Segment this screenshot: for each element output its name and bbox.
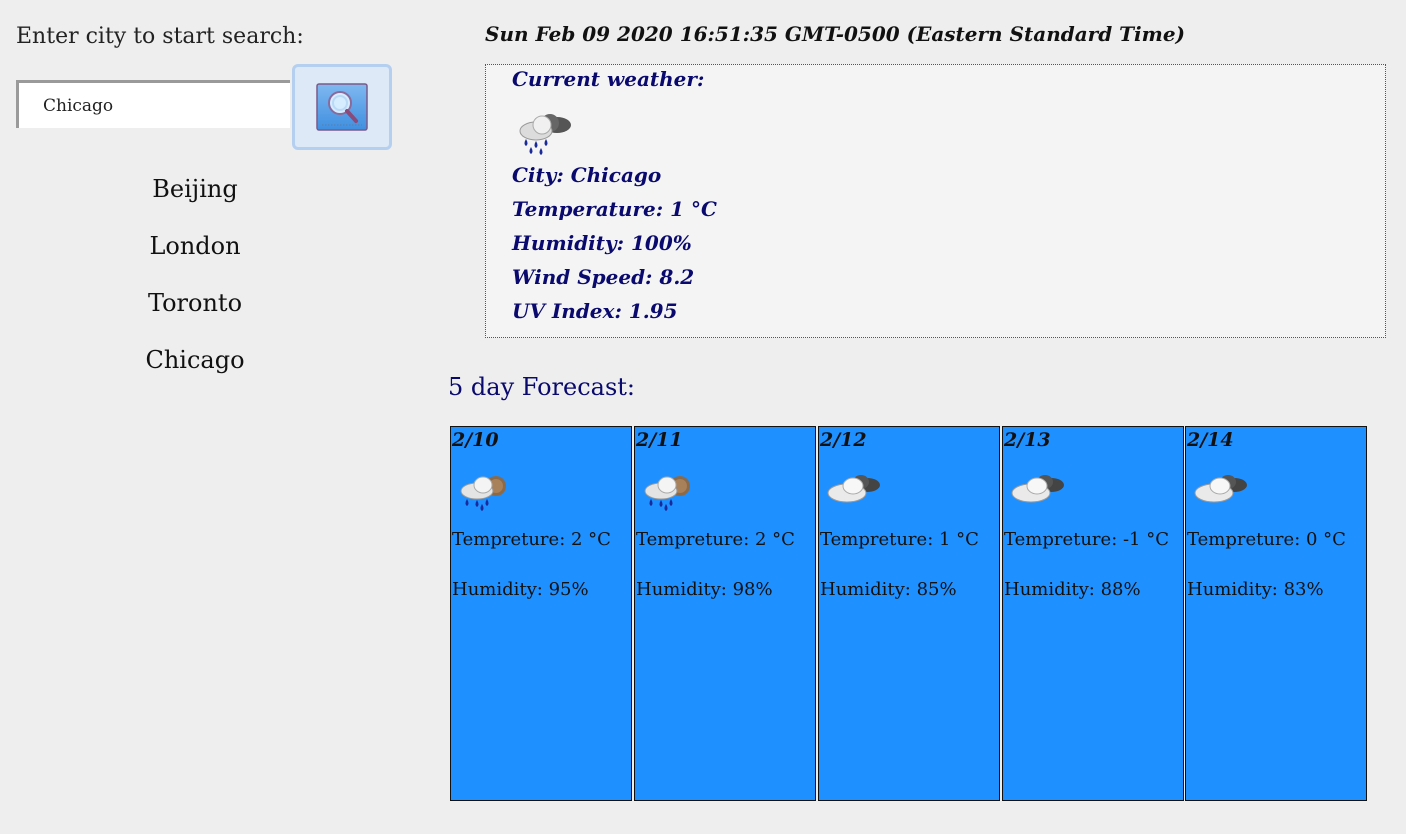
cloud-icon [1194, 475, 1247, 503]
current-humidity: Humidity: 100% [512, 231, 692, 255]
magnifier-icon [316, 83, 368, 131]
city-search-input[interactable] [16, 80, 290, 128]
cloud-icon [1011, 475, 1064, 503]
forecast-humidity: Humidity: 83% [1187, 579, 1324, 600]
current-weather-panel: Current weather: City: Chicago Temperatu… [485, 64, 1386, 338]
forecast-temperature: Tempreture: -1 °C [1004, 529, 1170, 550]
forecast-card: 2/14 Tempreture: 0 °C Humidity: 83% [1185, 426, 1367, 801]
current-temperature: Temperature: 1 °C [512, 197, 717, 221]
forecast-card: 2/12 Tempreture: 1 °C Humidity: 85% [818, 426, 1000, 801]
history-item-beijing[interactable]: Beijing [0, 166, 390, 223]
rain-cloud-icon [519, 114, 571, 155]
weather-dashboard: Enter city to start search: Beijing Lond… [0, 0, 1406, 834]
current-wind-speed: Wind Speed: 8.2 [512, 265, 695, 289]
current-uv-index: UV Index: 1.95 [512, 299, 678, 323]
history-item-london[interactable]: London [0, 223, 390, 280]
forecast-humidity: Humidity: 85% [820, 579, 957, 600]
search-button[interactable] [292, 64, 392, 150]
current-datetime: Sun Feb 09 2020 16:51:35 GMT-0500 (Easte… [485, 22, 1185, 46]
forecast-card: 2/13 Tempreture: -1 °C Humidity: 88% [1002, 426, 1184, 801]
history-item-toronto[interactable]: Toronto [0, 280, 390, 337]
forecast-row: 2/10 Tempreture: 2 °C Humidity: 95% 2/11 [450, 426, 1370, 802]
cloud-icon [827, 475, 880, 503]
search-history-list: Beijing London Toronto Chicago [0, 166, 390, 394]
forecast-date: 2/11 [636, 429, 683, 451]
forecast-temperature: Tempreture: 2 °C [636, 529, 795, 550]
forecast-humidity: Humidity: 95% [452, 579, 589, 600]
forecast-date: 2/12 [820, 429, 867, 451]
search-label: Enter city to start search: [16, 24, 304, 49]
forecast-card: 2/11 Tempreture: 2 °C Humidity: 98% [634, 426, 816, 801]
current-weather-heading: Current weather: [512, 67, 705, 91]
forecast-temperature: Tempreture: 2 °C [452, 529, 611, 550]
forecast-temperature: Tempreture: 1 °C [820, 529, 979, 550]
forecast-date: 2/14 [1187, 429, 1234, 451]
forecast-humidity: Humidity: 98% [636, 579, 773, 600]
forecast-humidity: Humidity: 88% [1004, 579, 1141, 600]
rain-cloud-icon [460, 476, 506, 511]
current-city: City: Chicago [512, 163, 662, 187]
forecast-date: 2/13 [1004, 429, 1051, 451]
rain-cloud-icon [644, 476, 690, 511]
forecast-temperature: Tempreture: 0 °C [1187, 529, 1346, 550]
history-item-chicago[interactable]: Chicago [0, 337, 390, 394]
forecast-card: 2/10 Tempreture: 2 °C Humidity: 95% [450, 426, 632, 801]
forecast-heading: 5 day Forecast: [448, 373, 636, 401]
forecast-date: 2/10 [452, 429, 499, 451]
